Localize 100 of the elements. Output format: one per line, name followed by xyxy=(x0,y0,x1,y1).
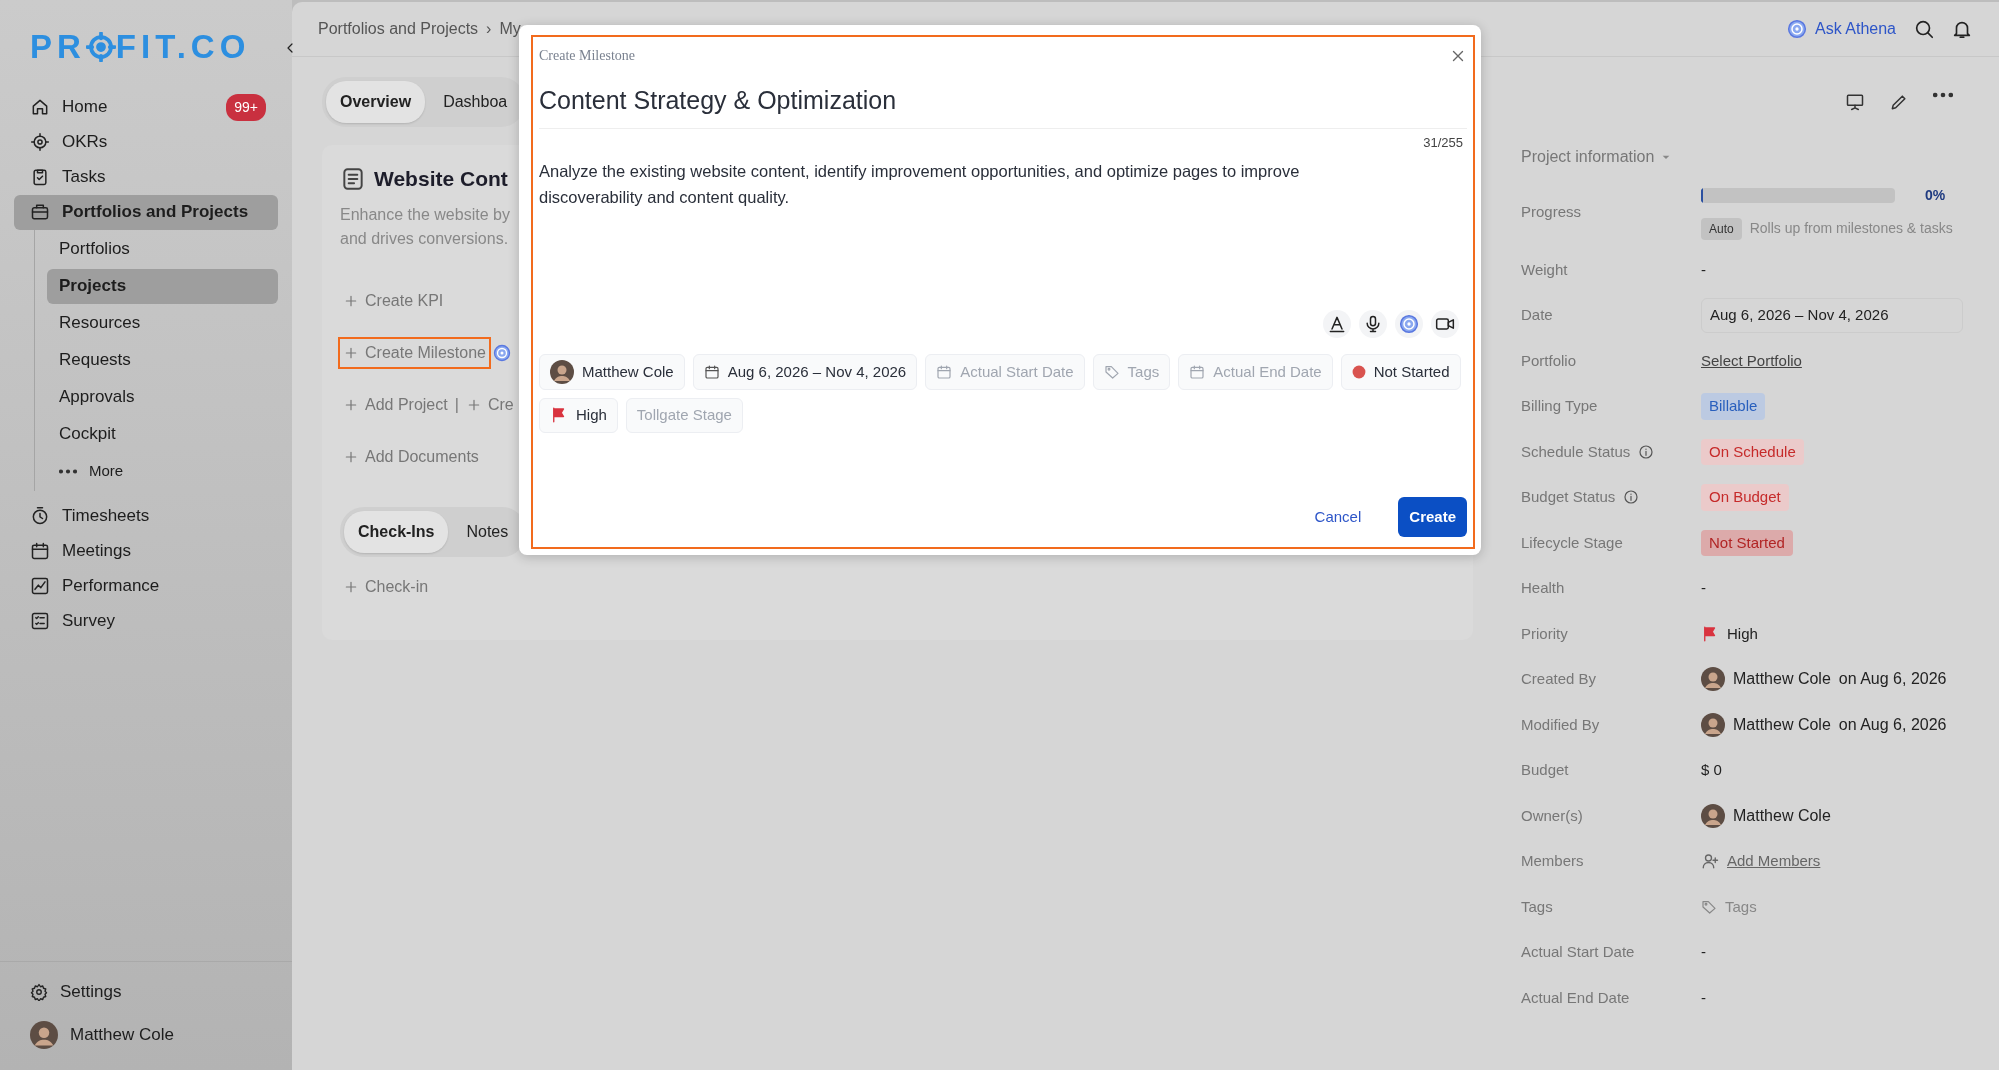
chip-button[interactable]: Aug 6, 2026 – Nov 4, 2026 xyxy=(692,354,918,390)
tab[interactable]: Dashboa xyxy=(429,81,522,123)
chip-button[interactable]: Matthew Cole xyxy=(539,354,685,390)
settings-icon xyxy=(30,982,48,1001)
breadcrumb-separator: › xyxy=(486,19,492,39)
sidebar-subitem[interactable]: Approvals xyxy=(47,379,278,415)
cancel-button[interactable]: Cancel xyxy=(1301,498,1375,535)
sidebar-item[interactable]: Survey xyxy=(14,603,278,639)
ai-icon xyxy=(1399,314,1419,334)
project-description: Enhance the website by xyxy=(340,204,510,225)
sidebar-item[interactable]: OKRs xyxy=(14,124,278,160)
title-field[interactable]: Content Strategy & Optimization xyxy=(539,66,1467,129)
field-value: - xyxy=(1701,942,1706,962)
more-icon xyxy=(59,468,77,474)
avatar-icon xyxy=(550,360,574,384)
ai-icon xyxy=(1787,19,1808,39)
sidebar-subitem[interactable]: Cockpit xyxy=(47,416,278,452)
status-tag: Billable xyxy=(1701,393,1766,420)
description-field[interactable]: Analyze the existing website content, identify improvement opportunities, and optimize pages to improve discoverability and content quality. xyxy=(539,158,1467,210)
breadcrumb-link[interactable]: Portfolios and Projects xyxy=(318,17,479,41)
more-icon[interactable] xyxy=(1933,92,1953,98)
sidebar-subitem[interactable]: More xyxy=(47,453,278,489)
status-tag: On Budget xyxy=(1701,484,1789,511)
progress-note: Rolls up from milestones & tasks xyxy=(1749,219,1953,238)
sidebar-item[interactable]: Portfolios and Projects xyxy=(14,194,278,230)
logo-target-icon xyxy=(85,31,116,62)
project-title: Website Cont xyxy=(374,166,508,192)
settings-item[interactable]: Settings xyxy=(14,974,278,1009)
search-icon[interactable] xyxy=(1913,18,1935,40)
document-icon xyxy=(340,165,366,192)
field-label: Members xyxy=(1521,851,1584,871)
field-label: Budget xyxy=(1521,760,1569,780)
list-icon xyxy=(30,611,50,631)
field-label: Modified By xyxy=(1521,714,1600,735)
field-label: Portfolio xyxy=(1521,350,1577,371)
character-count: 31/255 xyxy=(1422,133,1463,152)
field-label: Health xyxy=(1521,578,1565,598)
chip-button[interactable]: High xyxy=(539,398,618,433)
field-label: Tags xyxy=(1521,896,1553,917)
avatar-icon xyxy=(30,1020,58,1049)
cal-icon xyxy=(30,541,50,561)
sidebar-subitem[interactable]: Resources xyxy=(47,305,278,341)
progress-percent: 0% xyxy=(1925,185,1946,205)
tab[interactable]: Overview xyxy=(326,81,426,123)
add-user-icon xyxy=(1701,852,1719,871)
sidebar-item[interactable]: Meetings xyxy=(14,533,278,569)
date-note: on Aug 6, 2026 xyxy=(1838,669,1947,690)
section-heading: Project information xyxy=(1521,147,1655,167)
field-value: - xyxy=(1701,259,1706,280)
breadcrumb-link[interactable]: My xyxy=(499,17,521,41)
calendar-icon xyxy=(936,364,953,380)
tab[interactable]: Notes xyxy=(452,510,523,553)
field-label: Actual Start Date xyxy=(1521,942,1635,962)
sidebar-subitem[interactable]: Portfolios xyxy=(47,231,278,267)
create-button[interactable]: Create xyxy=(1398,496,1467,537)
user-name: Matthew Cole xyxy=(1733,805,1831,826)
edit-icon[interactable] xyxy=(1889,92,1909,112)
tag-icon xyxy=(1103,364,1120,380)
add-members-link[interactable]: Add Members xyxy=(1727,850,1821,873)
logo-text: PR xyxy=(30,27,86,67)
field-label: Weight xyxy=(1521,259,1568,280)
calendar-icon xyxy=(1189,364,1206,380)
presentation-icon[interactable] xyxy=(1845,92,1865,112)
text-format-icon[interactable] xyxy=(1327,314,1347,334)
sidebar-subitem[interactable]: Projects xyxy=(47,268,278,304)
tab[interactable]: Check-Ins xyxy=(344,510,449,553)
count-badge: 99+ xyxy=(226,93,266,121)
chart-icon xyxy=(30,576,50,596)
date-field[interactable]: Aug 6, 2026 – Nov 4, 2026 xyxy=(1701,298,1963,333)
avatar-icon xyxy=(1701,667,1725,692)
sidebar-item[interactable]: Performance xyxy=(14,568,278,604)
target-icon xyxy=(30,132,50,152)
field-label: Actual End Date xyxy=(1521,987,1630,1008)
project-description: and drives conversions. xyxy=(340,228,509,249)
user-name: Matthew Cole xyxy=(1733,669,1831,690)
field-label: Schedule Status xyxy=(1521,441,1631,462)
field-label: Owner(s) xyxy=(1521,805,1583,826)
user-profile[interactable]: Matthew Cole xyxy=(14,1017,278,1052)
select-portfolio-link[interactable]: Select Portfolio xyxy=(1701,349,1802,372)
microphone-icon[interactable] xyxy=(1363,314,1383,334)
avatar-icon xyxy=(1701,803,1725,828)
dialog-caption: Create Milestone xyxy=(539,47,636,65)
field-label: Date xyxy=(1521,305,1553,325)
status-tag: Not Started xyxy=(1701,529,1793,556)
field-value: - xyxy=(1701,578,1706,598)
brief-icon xyxy=(30,202,50,222)
field-label: Priority xyxy=(1521,623,1568,644)
chip-button[interactable]: Not Started xyxy=(1340,354,1461,390)
timer-icon xyxy=(30,506,50,526)
sidebar-item[interactable]: Tasks xyxy=(14,159,278,195)
sidebar-item[interactable]: Home 99+ xyxy=(14,89,278,125)
tag-icon xyxy=(1701,898,1717,915)
sidebar-item[interactable]: Timesheets xyxy=(14,498,278,534)
ask-athena-button[interactable]: Ask Athena xyxy=(1786,16,1897,42)
field-label: Billing Type xyxy=(1521,396,1598,416)
clip-icon xyxy=(30,167,50,187)
field-label: Lifecycle Stage xyxy=(1521,532,1623,553)
sidebar-subitem[interactable]: Requests xyxy=(47,342,278,378)
separator-text: | xyxy=(454,394,459,415)
auto-tag: Auto xyxy=(1701,217,1742,240)
